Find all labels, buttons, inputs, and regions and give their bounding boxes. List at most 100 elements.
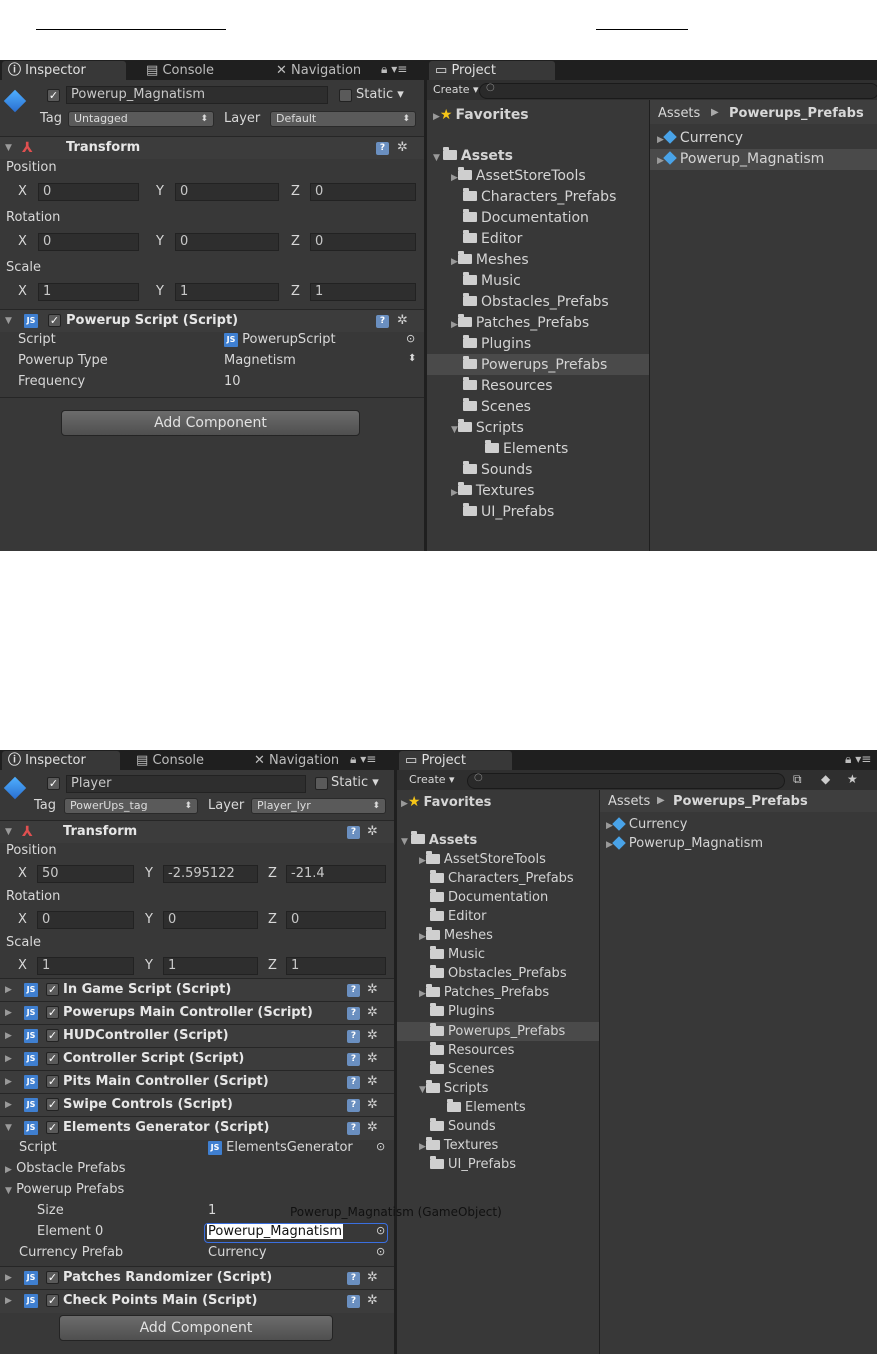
component-header-in-game-script[interactable]: ▶ JS ✓ In Game Script (Script) ? ✲	[0, 978, 394, 1002]
tab-navigation[interactable]: ✕ Navigation	[270, 61, 375, 80]
folder-item[interactable]: Plugins	[430, 1001, 495, 1022]
rotation-x-field[interactable]: 0	[38, 233, 139, 251]
rotation-z-field[interactable]: 0	[310, 233, 416, 251]
folder-item[interactable]: Elements	[447, 1097, 526, 1118]
breadcrumb-assets[interactable]: Assets	[658, 106, 700, 121]
folder-item[interactable]: Editor	[430, 906, 486, 927]
element-0-value[interactable]: Powerup_Magnatism	[207, 1224, 344, 1239]
help-icon[interactable]: ?	[347, 1053, 360, 1066]
folder-item[interactable]: Documentation	[430, 887, 548, 908]
filter-by-label-icon[interactable]: ◆	[821, 772, 830, 786]
position-x-field[interactable]: 50	[37, 865, 134, 883]
object-picker-icon[interactable]: ⊙	[376, 1224, 385, 1237]
folder-item[interactable]: Sounds	[463, 460, 532, 481]
folder-item[interactable]: Scenes	[463, 397, 531, 418]
add-component-button[interactable]: Add Component	[61, 410, 360, 436]
folder-item[interactable]: ▶ Textures	[451, 481, 534, 502]
rotation-x-field[interactable]: 0	[37, 911, 134, 929]
folder-item[interactable]: UI_Prefabs	[463, 502, 554, 523]
component-header-powerups-main-controller[interactable]: ▶ JS ✓ Powerups Main Controller (Script)…	[0, 1001, 394, 1025]
gear-icon[interactable]: ✲	[367, 1290, 378, 1312]
active-checkbox[interactable]: ✓	[47, 89, 60, 102]
help-icon[interactable]: ?	[347, 1295, 360, 1308]
folder-item[interactable]: ▶ Meshes	[451, 250, 529, 271]
breadcrumb-assets[interactable]: Assets	[608, 794, 650, 809]
rotation-z-field[interactable]: 0	[286, 911, 386, 929]
size-value[interactable]: 1	[208, 1203, 216, 1218]
component-enabled-checkbox[interactable]: ✓	[46, 1121, 59, 1134]
object-name-field[interactable]: Powerup_Magnatism	[66, 86, 328, 104]
folder-item[interactable]: ▶ Patches_Prefabs	[419, 982, 549, 1003]
frequency-value[interactable]: 10	[224, 374, 241, 389]
rotation-y-field[interactable]: 0	[175, 233, 279, 251]
tab-project[interactable]: ▭ Project	[429, 61, 555, 80]
help-icon[interactable]: ?	[347, 1099, 360, 1112]
component-enabled-checkbox[interactable]: ✓	[48, 314, 61, 327]
tab-inspector[interactable]: ⓘ Inspector	[2, 61, 126, 80]
folder-item[interactable]: Resources	[430, 1040, 514, 1061]
position-y-field[interactable]: -2.595122	[163, 865, 258, 883]
component-header-pits-main-controller[interactable]: ▶ JS ✓ Pits Main Controller (Script) ? ✲	[0, 1070, 394, 1094]
component-header-hud-controller[interactable]: ▶ JS ✓ HUDController (Script) ? ✲	[0, 1024, 394, 1048]
folder-item[interactable]: Documentation	[463, 208, 589, 229]
lock-icon[interactable]: 🔒︎ ▾≡	[381, 62, 407, 77]
help-icon[interactable]: ?	[376, 142, 389, 155]
filter-by-type-icon[interactable]: ⧉	[793, 772, 802, 787]
obstacle-prefabs-foldout[interactable]: ▶ Obstacle Prefabs	[5, 1161, 126, 1176]
folder-item[interactable]: Music	[430, 944, 485, 965]
folder-item[interactable]: Scenes	[430, 1059, 494, 1080]
gear-icon[interactable]: ✲	[367, 1117, 378, 1139]
layer-dropdown[interactable]: Default ⬍	[270, 111, 416, 127]
rotation-y-field[interactable]: 0	[163, 911, 258, 929]
create-dropdown[interactable]: Create ▾	[409, 773, 455, 786]
gear-icon[interactable]: ✲	[397, 137, 408, 159]
folder-item[interactable]: Sounds	[430, 1116, 496, 1137]
scale-x-field[interactable]: 1	[38, 283, 139, 301]
help-icon[interactable]: ?	[347, 1122, 360, 1135]
static-checkbox[interactable]	[315, 777, 328, 790]
powerup-prefabs-foldout[interactable]: ▼ Powerup Prefabs	[5, 1182, 124, 1197]
currency-prefab-value[interactable]: Currency	[208, 1245, 267, 1260]
transform-header[interactable]: ▼ ⅄ Transform ? ✲	[0, 136, 424, 159]
asset-item[interactable]: ▶ Powerup_Magnatism	[606, 833, 763, 854]
folder-item[interactable]: UI_Prefabs	[430, 1154, 516, 1175]
position-z-field[interactable]: 0	[310, 183, 416, 201]
help-icon[interactable]: ?	[347, 1076, 360, 1089]
folder-item[interactable]: ▶ Textures	[419, 1135, 498, 1156]
component-enabled-checkbox[interactable]: ✓	[46, 1098, 59, 1111]
layer-dropdown[interactable]: Player_lyr ⬍	[251, 798, 386, 814]
component-enabled-checkbox[interactable]: ✓	[46, 1052, 59, 1065]
folder-item[interactable]: ▶ AssetStoreTools	[419, 849, 546, 870]
asset-item-selected[interactable]: ▶ Powerup_Magnatism	[657, 149, 824, 170]
help-icon[interactable]: ?	[347, 1272, 360, 1285]
gear-icon[interactable]: ✲	[367, 979, 378, 1001]
component-enabled-checkbox[interactable]: ✓	[46, 1271, 59, 1284]
pane-divider[interactable]	[599, 790, 600, 1354]
scale-z-field[interactable]: 1	[286, 957, 386, 975]
tag-dropdown[interactable]: PowerUps_tag ⬍	[64, 798, 198, 814]
component-enabled-checkbox[interactable]: ✓	[46, 1029, 59, 1042]
position-z-field[interactable]: -21.4	[286, 865, 386, 883]
lock-icon[interactable]: 🔒︎ ▾≡	[350, 752, 376, 767]
transform-header[interactable]: ▼ ⅄ Transform ? ✲	[0, 820, 394, 843]
gear-icon[interactable]: ✲	[367, 1048, 378, 1070]
favorite-star-icon[interactable]: ★	[847, 772, 858, 786]
tab-navigation[interactable]: ✕ Navigation	[248, 751, 348, 770]
folder-item[interactable]: Elements	[485, 439, 568, 460]
component-header-patches-randomizer[interactable]: ▶ JS ✓ Patches Randomizer (Script) ? ✲	[0, 1266, 394, 1290]
component-header-elements-generator[interactable]: ▼ JS ✓ Elements Generator (Script) ? ✲	[0, 1116, 394, 1140]
search-input[interactable]: ○	[467, 772, 785, 789]
component-enabled-checkbox[interactable]: ✓	[46, 1075, 59, 1088]
tab-project[interactable]: ▭ Project	[399, 751, 512, 770]
folder-item[interactable]: ▶ Patches_Prefabs	[451, 313, 589, 334]
assets-root-item[interactable]: ▼ Assets	[433, 146, 513, 167]
folder-item-selected[interactable]: Powerups_Prefabs	[463, 355, 607, 376]
folder-item[interactable]: Characters_Prefabs	[463, 187, 616, 208]
position-x-field[interactable]: 0	[38, 183, 139, 201]
gear-icon[interactable]: ✲	[397, 310, 408, 332]
lock-icon[interactable]: 🔒︎ ▾≡	[845, 752, 871, 767]
scale-z-field[interactable]: 1	[310, 283, 416, 301]
script-value[interactable]: JS PowerupScript	[224, 332, 336, 347]
folder-item[interactable]: Characters_Prefabs	[430, 868, 574, 889]
assets-root-item[interactable]: ▼ Assets	[401, 830, 477, 851]
